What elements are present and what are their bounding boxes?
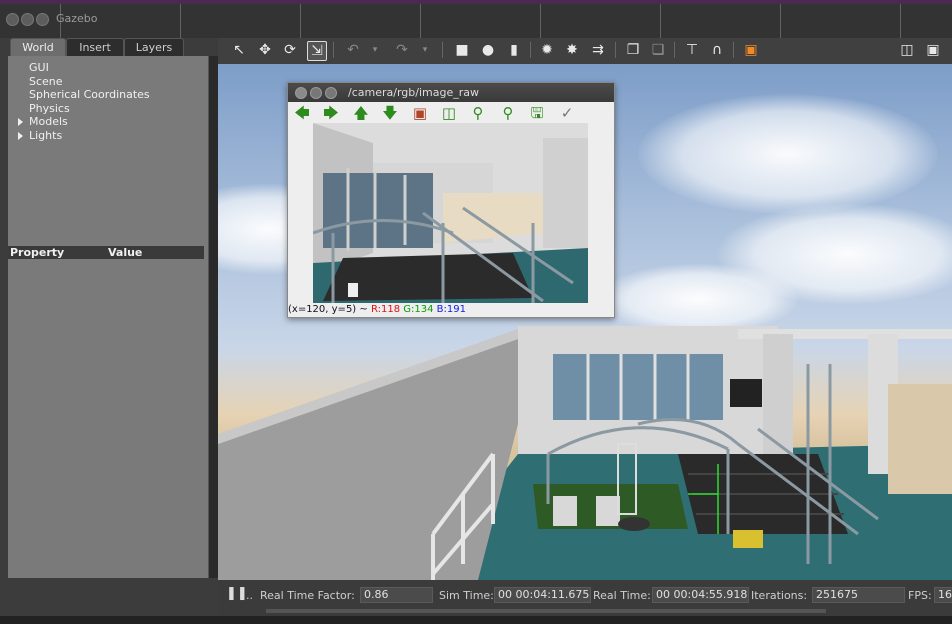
toolbar-separator <box>674 42 675 58</box>
real-time-label: Real Time: <box>593 589 651 602</box>
close-window-icon[interactable] <box>6 13 19 26</box>
tree-item-physics[interactable]: Physics <box>29 102 70 115</box>
app-title: Gazebo <box>56 12 98 25</box>
fps-value: 16 <box>934 587 952 603</box>
spot-light-icon[interactable]: ✸ <box>563 41 581 59</box>
undo-icon[interactable]: ↶ <box>344 41 362 59</box>
scale-icon[interactable]: ⇲ <box>307 41 327 61</box>
toolbar-separator <box>530 42 531 58</box>
property-column-header: Property <box>10 246 65 259</box>
sphere-shape-icon[interactable]: ● <box>479 41 497 59</box>
rotate-icon[interactable]: ⟳ <box>281 41 299 59</box>
tree-item-lights[interactable]: Lights <box>29 129 62 142</box>
copy-icon[interactable]: ❐ <box>624 41 642 59</box>
tab-insert[interactable]: Insert <box>66 38 124 57</box>
expand-models-icon[interactable] <box>18 118 23 126</box>
zoom-out-icon[interactable]: ⚲ <box>499 104 517 122</box>
tree-item-spherical-coordinates[interactable]: Spherical Coordinates <box>29 88 150 101</box>
translate-icon[interactable]: ✥ <box>256 41 274 59</box>
window-title-bar <box>0 0 952 40</box>
expand-lights-icon[interactable] <box>18 132 23 140</box>
status-progress-track <box>266 609 826 613</box>
sim-time-value: 00 00:04:11.675 <box>494 587 591 603</box>
image-icon[interactable]: ▣ <box>411 104 429 122</box>
redo-icon[interactable]: ↷ <box>393 41 411 59</box>
toolbar-separator <box>442 42 443 58</box>
camera-image[interactable] <box>313 123 588 303</box>
change-view-icon[interactable]: ▣ <box>742 41 760 59</box>
toolbar <box>218 38 952 64</box>
zoom-fit-icon[interactable]: ◫ <box>440 104 458 122</box>
minimize-window-icon[interactable] <box>21 13 34 26</box>
point-light-icon[interactable]: ✹ <box>538 41 556 59</box>
go-forward-icon[interactable]: 🡆 <box>322 104 340 122</box>
undo-dropdown-icon[interactable]: ▾ <box>366 41 384 59</box>
value-column-header: Value <box>108 246 143 259</box>
snap-icon[interactable]: ∩ <box>708 41 726 59</box>
box-shape-icon[interactable]: ■ <box>453 41 471 59</box>
toolbar-separator <box>333 42 334 58</box>
property-table-header: Property Value <box>8 246 204 259</box>
align-icon[interactable]: ⊤ <box>683 41 701 59</box>
toolbar-separator <box>615 42 616 58</box>
select-arrow-icon[interactable]: ↖ <box>230 41 248 59</box>
screenshot-icon[interactable]: ◫ <box>898 41 916 59</box>
step-button[interactable]: .. <box>246 589 253 602</box>
record-icon[interactable]: ▣ <box>924 41 942 59</box>
minimize-window-icon[interactable] <box>310 87 322 99</box>
tree-item-scene[interactable]: Scene <box>29 75 63 88</box>
redo-dropdown-icon[interactable]: ▾ <box>416 41 434 59</box>
real-time-value: 00 00:04:55.918 <box>652 587 749 603</box>
real-time-factor-value: 0.86 <box>360 587 433 603</box>
camera-image-content <box>313 123 588 303</box>
zoom-in-icon[interactable]: ⚲ <box>469 104 487 122</box>
tab-world[interactable]: World <box>10 38 66 57</box>
image-view-title: /camera/rgb/image_raw <box>348 86 479 99</box>
bottom-edge <box>0 616 952 624</box>
toolbar-separator <box>733 42 734 58</box>
real-time-factor-label: Real Time Factor: <box>260 589 355 602</box>
go-down-icon[interactable]: 🡇 <box>381 104 399 122</box>
iterations-value: 251675 <box>812 587 905 603</box>
title-bar-texture <box>0 4 952 40</box>
cylinder-shape-icon[interactable]: ▮ <box>505 41 523 59</box>
pixel-info-status: (x=120, y=5) ~ R:118 G:134 B:191 <box>288 304 614 317</box>
go-up-icon[interactable]: 🡅 <box>352 104 370 122</box>
maximize-window-icon[interactable] <box>36 13 49 26</box>
tree-item-models[interactable]: Models <box>29 115 68 128</box>
paste-icon[interactable]: ❏ <box>649 41 667 59</box>
pixel-coords: (x=120, y=5) ~ <box>288 304 371 315</box>
maximize-window-icon[interactable] <box>325 87 337 99</box>
pixel-red-value: R:118 <box>370 304 401 315</box>
tab-layers[interactable]: Layers <box>124 38 184 57</box>
fps-label: FPS: <box>908 589 932 602</box>
pixel-green-value: G:134 <box>403 304 434 315</box>
tree-item-gui[interactable]: GUI <box>29 61 49 74</box>
directional-light-icon[interactable]: ⇉ <box>589 41 607 59</box>
pixel-blue-value: B:191 <box>436 304 466 315</box>
close-window-icon[interactable] <box>295 87 307 99</box>
iterations-label: Iterations: <box>751 589 808 602</box>
save-icon[interactable]: 🖫 <box>528 104 546 122</box>
clear-icon[interactable]: ✓ <box>558 104 576 122</box>
pause-icon[interactable]: ❚❚ <box>226 587 248 601</box>
go-back-icon[interactable]: 🡄 <box>293 104 311 122</box>
sim-time-label: Sim Time: <box>439 589 494 602</box>
image-view-window[interactable]: /camera/rgb/image_raw 🡄 🡆 🡅 🡇 ▣ ◫ ⚲ ⚲ 🖫 … <box>287 82 615 318</box>
